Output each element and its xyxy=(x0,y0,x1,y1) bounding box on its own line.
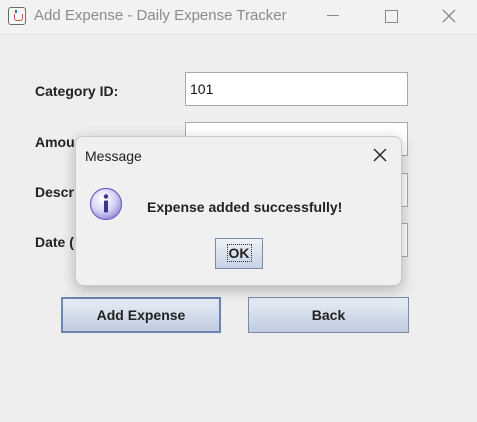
ok-button[interactable]: OK xyxy=(215,238,263,269)
ok-button-label: OK xyxy=(226,244,252,262)
info-icon xyxy=(89,187,123,221)
amount-label: Amou xyxy=(35,134,75,150)
back-button[interactable]: Back xyxy=(248,297,409,333)
category-id-field[interactable]: 101 xyxy=(185,72,408,106)
maximize-button[interactable] xyxy=(366,0,416,34)
message-dialog: Message Expense added successfully! OK xyxy=(75,136,402,286)
add-expense-button[interactable]: Add Expense xyxy=(61,297,221,333)
minimize-button[interactable] xyxy=(308,0,358,34)
dialog-close-icon[interactable] xyxy=(372,147,388,163)
dialog-titlebar: Message xyxy=(76,137,401,175)
description-label: Descr xyxy=(35,184,74,200)
window-titlebar: Add Expense - Daily Expense Tracker xyxy=(0,0,477,35)
maximize-icon xyxy=(385,10,398,23)
dialog-message: Expense added successfully! xyxy=(147,199,343,215)
minimize-icon xyxy=(327,15,339,16)
java-app-icon xyxy=(8,7,26,25)
date-label: Date ( xyxy=(35,234,74,250)
dialog-title: Message xyxy=(85,148,142,164)
category-id-label: Category ID: xyxy=(35,83,119,99)
close-button[interactable] xyxy=(424,0,474,34)
close-icon xyxy=(442,9,456,23)
window-title: Add Expense - Daily Expense Tracker xyxy=(34,7,287,24)
